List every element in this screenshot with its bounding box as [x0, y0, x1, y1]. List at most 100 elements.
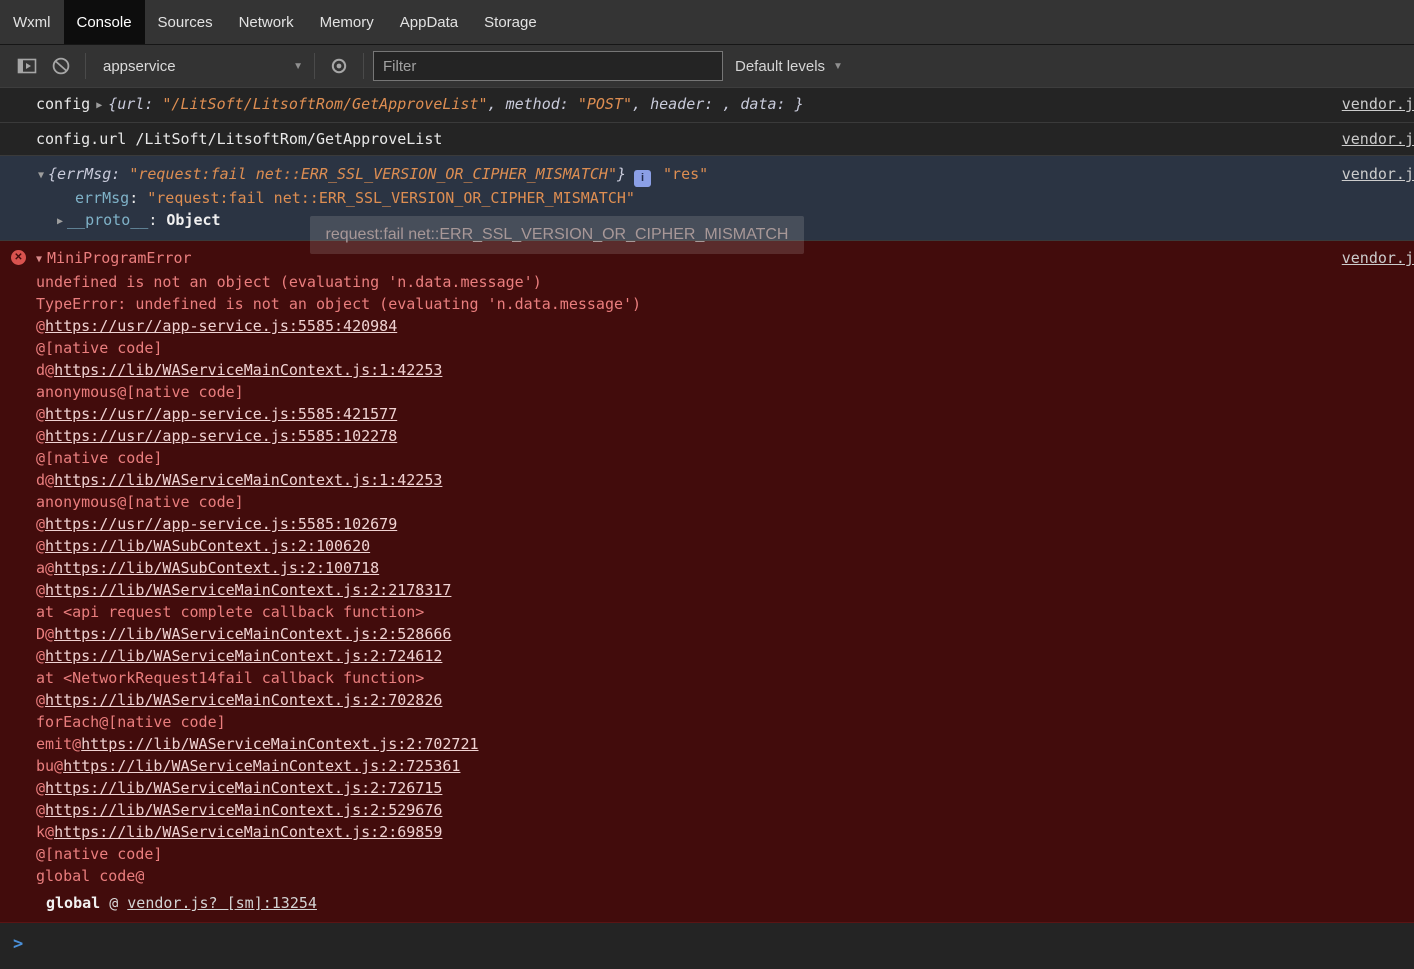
object-preview-close: }: [616, 165, 627, 183]
property-key: errMsg: [75, 189, 130, 207]
stack-frame: k@https://lib/WAServiceMainContext.js:2:…: [36, 823, 443, 841]
eye-icon[interactable]: [327, 54, 351, 78]
stack-frame: @https://usr//app-service.js:5585:102679: [36, 515, 398, 533]
property-key: __proto__: [67, 211, 149, 229]
prompt-chevron-icon: >: [13, 934, 24, 954]
log-label: config.url: [36, 130, 127, 148]
filter-input[interactable]: [373, 51, 723, 81]
log-row-miniprogram-error: ✕ ▼ MiniProgramError undefined is not an …: [0, 241, 1414, 923]
stack-frame: @https://lib/WASubContext.js:2:100620: [36, 537, 371, 555]
stack-frame: @[native code]: [36, 845, 163, 863]
stack-source-link[interactable]: https://lib/WAServiceMainContext.js:2:69…: [54, 823, 442, 841]
stack-source-link[interactable]: https://lib/WASubContext.js:2:100620: [45, 537, 370, 555]
source-link[interactable]: vendor.j: [1342, 163, 1414, 185]
stack-frame: forEach@[native code]: [36, 713, 226, 731]
stack-source-link[interactable]: https://lib/WAServiceMainContext.js:2:70…: [45, 691, 442, 709]
stack-frame: d@https://lib/WAServiceMainContext.js:1:…: [36, 361, 443, 379]
stack-frame: anonymous@[native code]: [36, 493, 244, 511]
error-title-line: ▼ MiniProgramError: [36, 247, 1330, 271]
stack-frame: emit@https://lib/WAServiceMainContext.js…: [36, 735, 479, 753]
tab-storage[interactable]: Storage: [471, 0, 550, 44]
stack-frame: @https://lib/WAServiceMainContext.js:2:2…: [36, 581, 452, 599]
console-prompt[interactable]: >: [0, 923, 1414, 969]
chevron-down-icon: ▼: [293, 60, 303, 72]
stack-frame: @https://usr//app-service.js:5585:102278: [36, 427, 398, 445]
expand-toggle-icon[interactable]: ▶: [57, 211, 63, 233]
error-origin-line: global @ vendor.js? [sm]:13254: [46, 894, 317, 912]
stack-frame: @[native code]: [36, 449, 163, 467]
log-row-config-object: config ▶ {url: "/LitSoft/LitsoftRom/GetApp…: [0, 88, 1414, 123]
stack-frame: @https://lib/WAServiceMainContext.js:2:7…: [36, 691, 443, 709]
stack-source-link[interactable]: https://lib/WAServiceMainContext.js:2:70…: [81, 735, 478, 753]
property-value: "request:fail net::ERR_SSL_VERSION_OR_CI…: [147, 189, 635, 207]
show-drawer-icon[interactable]: [15, 54, 39, 78]
log-tag: "res": [663, 165, 709, 183]
tab-memory[interactable]: Memory: [307, 0, 387, 44]
tab-sources[interactable]: Sources: [145, 0, 226, 44]
object-preview-open: {errMsg:: [48, 165, 130, 183]
stack-frame: @[native code]: [36, 339, 163, 357]
origin-scope: global: [46, 894, 101, 912]
stack-source-link[interactable]: https://usr//app-service.js:5585:102679: [45, 515, 397, 533]
stack-source-link[interactable]: https://lib/WAServiceMainContext.js:2:72…: [45, 779, 442, 797]
errmsg-object-preview-line: ▼ {errMsg: "request:fail net::ERR_SSL_VER…: [38, 163, 1330, 187]
stack-frame: anonymous@[native code]: [36, 383, 244, 401]
stack-source-link[interactable]: https://lib/WAServiceMainContext.js:2:21…: [45, 581, 451, 599]
log-value: /LitSoft/LitsoftRom/GetApproveList: [135, 130, 443, 148]
stack-frame: at <api request complete callback functi…: [36, 603, 425, 621]
stack-frame: @https://lib/WAServiceMainContext.js:2:7…: [36, 647, 443, 665]
error-title: MiniProgramError: [47, 249, 192, 267]
collapse-toggle-icon[interactable]: ▼: [36, 249, 42, 271]
execution-context-label: appservice: [103, 57, 176, 75]
log-row-errmsg-object: ▼ {errMsg: "request:fail net::ERR_SSL_VER…: [0, 156, 1414, 241]
execution-context-selector[interactable]: appservice ▼: [93, 58, 307, 75]
stack-frame: global code@: [36, 867, 145, 885]
stack-source-link[interactable]: https://lib/WAServiceMainContext.js:2:72…: [45, 647, 442, 665]
source-link[interactable]: vendor.j: [1342, 93, 1414, 115]
log-label: config: [36, 95, 91, 113]
object-preview-string: "request:fail net::ERR_SSL_VERSION_OR_CI…: [129, 165, 617, 183]
error-message: TypeError: undefined is not an object (e…: [36, 295, 642, 313]
collapse-toggle-icon[interactable]: ▼: [38, 165, 44, 187]
tab-wxml[interactable]: Wxml: [0, 0, 64, 44]
devtools-tab-bar: Wxml Console Sources Network Memory AppData St…: [0, 0, 1414, 45]
stack-source-link[interactable]: https://usr//app-service.js:5585:421577: [45, 405, 397, 423]
toolbar-divider: [85, 53, 86, 79]
console-toolbar: appservice ▼ Default levels ▼: [0, 45, 1414, 88]
source-link[interactable]: vendor.j: [1342, 247, 1414, 269]
stack-source-link[interactable]: https://usr//app-service.js:5585:102278: [45, 427, 397, 445]
tab-network[interactable]: Network: [226, 0, 307, 44]
tab-appdata[interactable]: AppData: [387, 0, 471, 44]
error-icon: ✕: [11, 250, 26, 265]
stack-source-link[interactable]: https://lib/WAServiceMainContext.js:2:52…: [45, 801, 442, 819]
error-message: undefined is not an object (evaluating '…: [36, 273, 542, 291]
stack-source-link[interactable]: https://lib/WAServiceMainContext.js:1:42…: [54, 361, 442, 379]
stack-source-link[interactable]: https://usr//app-service.js:5585:420984: [45, 317, 397, 335]
chevron-down-icon: ▼: [833, 60, 843, 72]
stack-source-link[interactable]: https://lib/WASubContext.js:2:100718: [54, 559, 379, 577]
stack-frame: at <NetworkRequest14fail callback functi…: [36, 669, 425, 687]
stack-frame: a@https://lib/WASubContext.js:2:100718: [36, 559, 380, 577]
log-levels-dropdown[interactable]: Default levels ▼: [735, 58, 843, 75]
tab-console[interactable]: Console: [63, 0, 145, 44]
stack-source-link[interactable]: https://lib/WAServiceMainContext.js:2:52…: [54, 625, 451, 643]
stack-frame: @https://lib/WAServiceMainContext.js:2:7…: [36, 779, 443, 797]
stack-source-link[interactable]: https://lib/WAServiceMainContext.js:1:42…: [54, 471, 442, 489]
expand-toggle-icon[interactable]: ▶: [96, 95, 102, 117]
log-levels-label: Default levels: [735, 57, 826, 75]
clear-console-icon[interactable]: [49, 54, 73, 78]
stack-source-link[interactable]: https://lib/WAServiceMainContext.js:2:72…: [63, 757, 460, 775]
toolbar-divider: [314, 53, 315, 79]
stack-frame: @https://usr//app-service.js:5585:420984: [36, 317, 398, 335]
object-property-row: errMsg: "request:fail net::ERR_SSL_VERSI…: [75, 189, 635, 207]
origin-source-link[interactable]: vendor.js? [sm]:13254: [127, 894, 317, 912]
info-badge-icon[interactable]: i: [634, 169, 652, 187]
object-property-row: ▶ __proto__: Object: [57, 209, 1330, 233]
console-log-area: config ▶ {url: "/LitSoft/LitsoftRom/GetApp…: [0, 88, 1414, 969]
stack-frame: D@https://lib/WAServiceMainContext.js:2:…: [36, 625, 452, 643]
stack-trace: @https://usr//app-service.js:5585:420984…: [36, 315, 1330, 887]
property-value: Object: [166, 211, 221, 229]
toolbar-divider: [363, 53, 364, 79]
source-link[interactable]: vendor.j: [1342, 128, 1414, 150]
stack-frame: d@https://lib/WAServiceMainContext.js:1:…: [36, 471, 443, 489]
